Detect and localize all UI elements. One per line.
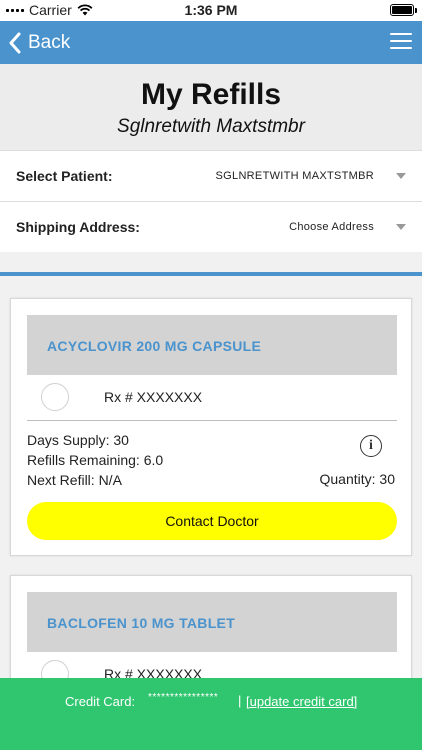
select-patient-row[interactable]: Select Patient: SGLNRETWITH MAXTSTMBR [0, 150, 422, 201]
rx-number: Rx # XXXXXXX [104, 389, 203, 405]
hamburger-menu-icon[interactable] [390, 33, 412, 51]
battery-icon [390, 4, 417, 16]
shipping-address-row[interactable]: Shipping Address: Choose Address [0, 201, 422, 252]
page-subtitle: Sglnretwith Maxtstmbr [117, 116, 305, 137]
chevron-down-icon[interactable] [396, 173, 406, 179]
refill-card: ACYCLOVIR 200 MG CAPSULE Rx # XXXXXXX Da… [10, 298, 412, 556]
select-patient-value[interactable]: SGLNRETWITH MAXTSTMBR [216, 170, 374, 182]
quantity: Quantity: 30 [319, 471, 396, 487]
refills-remaining: Refills Remaining: 6.0 [27, 452, 164, 468]
credit-card-footer: Credit Card: **************** | [update … [0, 678, 422, 750]
status-time: 1:36 PM [184, 2, 238, 18]
info-icon[interactable]: i [360, 435, 382, 457]
contact-doctor-button[interactable]: Contact Doctor [27, 502, 397, 540]
back-label: Back [28, 31, 71, 53]
status-bar: Carrier 1:36 PM [0, 0, 422, 21]
select-patient-label: Select Patient: [16, 168, 113, 184]
drug-header: BACLOFEN 10 MG TABLET [27, 592, 397, 652]
credit-card-label: Credit Card: [65, 694, 136, 709]
credit-card-mask: **************** [148, 692, 219, 703]
page-title: My Refills [140, 78, 282, 111]
chevron-left-icon [9, 32, 21, 53]
separator: | [238, 693, 242, 708]
back-button[interactable]: Back [8, 21, 70, 64]
select-refill-radio[interactable] [41, 383, 69, 411]
next-refill: Next Refill: N/A [27, 472, 122, 488]
chevron-down-icon[interactable] [396, 224, 406, 230]
divider [27, 420, 397, 421]
days-supply: Days Supply: 30 [27, 432, 129, 448]
drug-name: BACLOFEN 10 MG TABLET [47, 615, 236, 631]
shipping-address-value[interactable]: Choose Address [289, 221, 374, 233]
nav-bar: Back [0, 21, 422, 64]
section-divider [0, 272, 422, 276]
drug-header: ACYCLOVIR 200 MG CAPSULE [27, 315, 397, 375]
shipping-address-label: Shipping Address: [16, 219, 140, 235]
page-header: My Refills Sglnretwith Maxtstmbr [0, 64, 422, 150]
update-credit-card-link[interactable]: [update credit card] [246, 694, 357, 709]
drug-name: ACYCLOVIR 200 MG CAPSULE [47, 338, 262, 354]
